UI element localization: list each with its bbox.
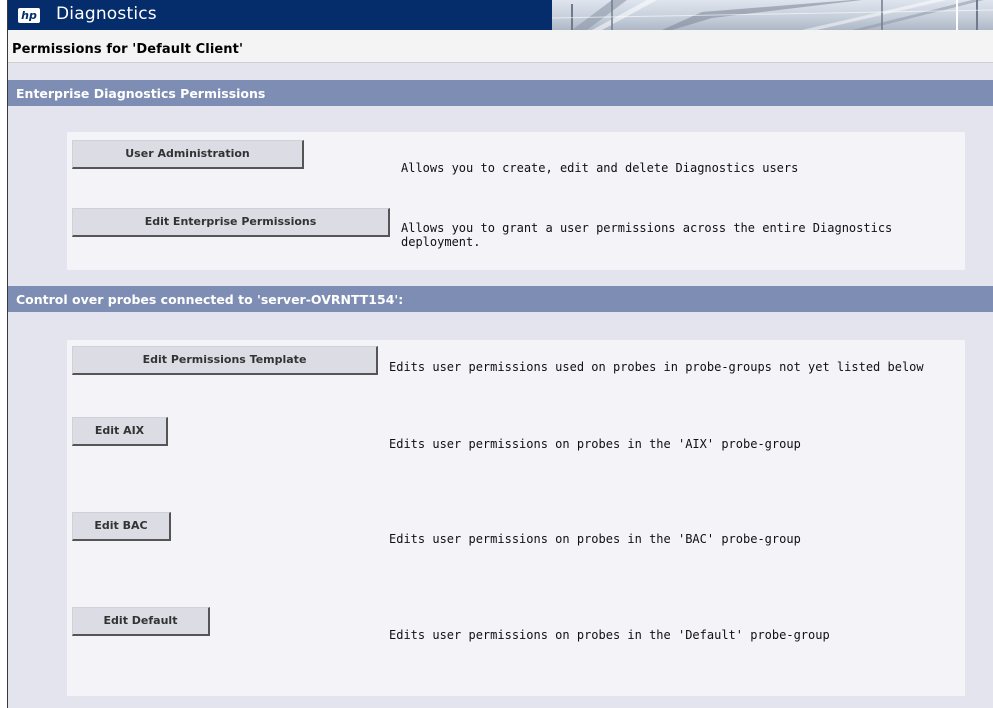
enterprise-section-header: Enterprise Diagnostics Permissions	[8, 80, 993, 106]
probes-section-title: Control over probes connected to 'server…	[16, 292, 404, 307]
app-name: Diagnostics	[56, 4, 157, 24]
probe-permissions-panel: Edit Permissions Template Edits user per…	[67, 340, 965, 696]
page-title-bar: Permissions for 'Default Client'	[8, 30, 993, 63]
edit-permissions-template-button[interactable]: Edit Permissions Template	[72, 346, 378, 375]
user-administration-button[interactable]: User Administration	[72, 140, 304, 169]
edit-default-button[interactable]: Edit Default	[72, 607, 210, 636]
enterprise-section-title: Enterprise Diagnostics Permissions	[16, 86, 266, 101]
page-title: Permissions for 'Default Client'	[12, 42, 244, 57]
edit-default-description: Edits user permissions on probes in the …	[389, 628, 830, 642]
header-bar: hp Diagnostics	[8, 0, 993, 30]
edit-aix-button[interactable]: Edit AIX	[72, 417, 168, 446]
enterprise-permissions-panel: User Administration Allows you to create…	[67, 132, 965, 270]
hp-logo: hp	[18, 8, 40, 23]
edit-bac-button[interactable]: Edit BAC	[72, 512, 171, 541]
edit-enterprise-permissions-button[interactable]: Edit Enterprise Permissions	[72, 208, 390, 237]
user-administration-description: Allows you to create, edit and delete Di…	[401, 161, 799, 175]
edit-permissions-template-description: Edits user permissions used on probes in…	[389, 360, 924, 374]
edit-aix-description: Edits user permissions on probes in the …	[389, 437, 801, 451]
application-frame: hp Diagnostics Permissions for 'Default …	[7, 0, 993, 708]
edit-enterprise-permissions-description: Allows you to grant a user permissions a…	[401, 221, 893, 249]
probes-section-header: Control over probes connected to 'server…	[8, 286, 993, 312]
edit-bac-description: Edits user permissions on probes in the …	[389, 532, 801, 546]
header-banner-image	[552, 0, 993, 30]
